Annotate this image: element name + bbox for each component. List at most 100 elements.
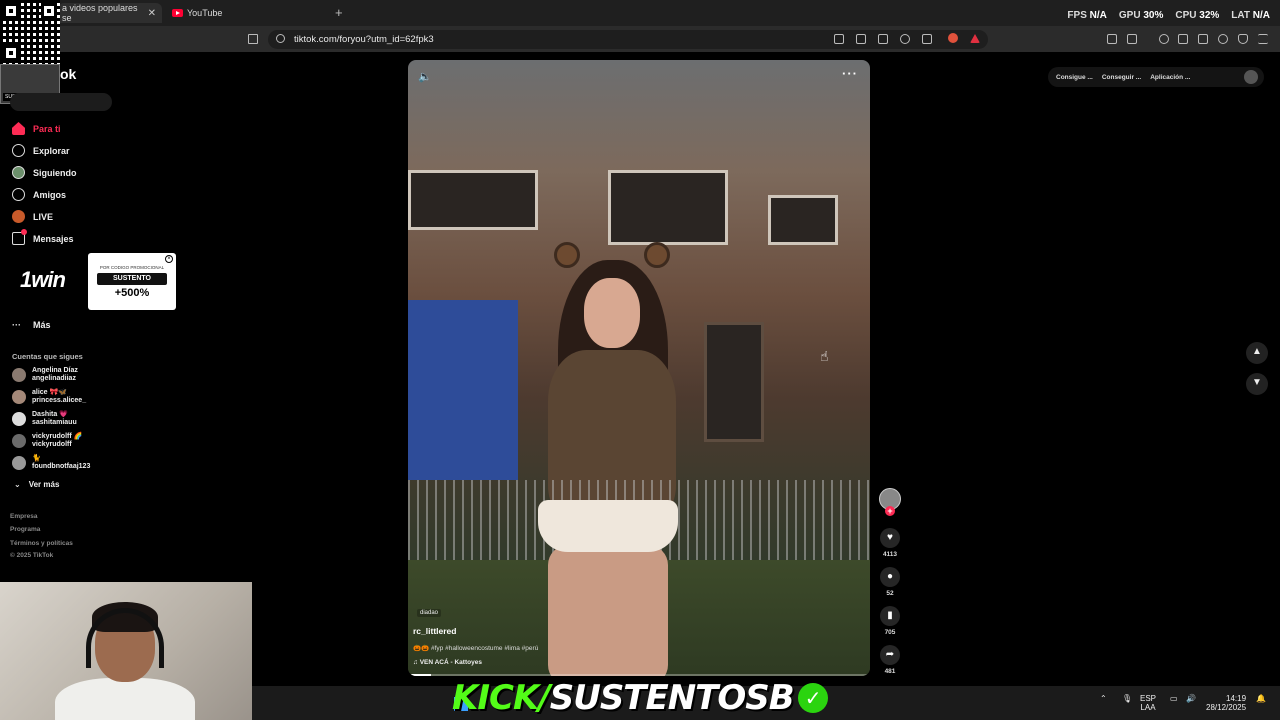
media-icon[interactable] [834,34,844,44]
wallet-icon[interactable] [1198,34,1208,44]
network-icon[interactable]: ▭ [1170,694,1178,703]
sidebar-item-live[interactable]: LIVE [12,210,53,223]
site-settings-icon[interactable] [276,34,285,43]
following-account[interactable]: 🐈 foundbnotfaaj123 [12,455,90,471]
tiktok-logo[interactable]: ok [60,66,76,82]
previous-video-button[interactable]: ▲ [1246,342,1268,364]
avatar[interactable] [1244,70,1258,84]
new-tab-button[interactable]: + [335,5,343,20]
extensions-icon[interactable] [1107,34,1117,44]
account-handle: vickyrudolff [32,441,72,448]
following-account[interactable]: alice 🎀🦋 princess.alicee_ [12,389,86,405]
following-account[interactable]: Dashita 💗 sashitamiauu [12,411,77,427]
kick-prefix: KICK/ [452,678,551,718]
clock[interactable]: 14:19 28/12/2025 [1206,694,1246,712]
chevron-down-icon: ▼ [1252,377,1262,388]
tab-active[interactable]: a videos populares se ✕ [58,3,162,23]
following-account[interactable]: Angelina Díaz angelinadiiaz [12,367,78,383]
tab-youtube[interactable]: YouTube [172,3,222,23]
comment-button[interactable]: ● 52 [874,567,906,597]
see-more-button[interactable]: ⌄ Ver más [14,480,59,489]
person-legs [548,545,668,676]
account-name: Dashita 💗 [32,411,68,418]
building-door [704,322,764,442]
video-progress-fill [408,674,432,676]
bear-ear [554,242,580,268]
music-icon[interactable] [1159,34,1169,44]
video-progress-bar[interactable] [408,674,870,676]
avatar [12,368,26,382]
share-arrow-icon: ➦ [880,645,900,665]
address-bar-row: tiktok.com/foryou?utm_id=62fpk3 [0,26,1280,52]
save-button[interactable]: ▮ 705 [874,606,906,636]
footer-link-empresa[interactable]: Empresa [10,513,37,520]
video-username[interactable]: rc_littlered [413,626,456,636]
video-music[interactable]: ♫ VEN ACÁ - Kattoyes [413,659,482,666]
sidebar-item-amigos[interactable]: Amigos [12,188,66,201]
cast-icon[interactable] [856,34,866,44]
tray-chevron-icon[interactable]: ⌃ [1100,694,1107,703]
footer-link-programa[interactable]: Programa [10,526,40,533]
building-window [608,170,728,245]
account-name: Angelina Díaz [32,367,78,374]
bear-ear [644,242,670,268]
language-indicator[interactable]: ESP LAA [1140,694,1156,712]
account-name: 🐈 [32,455,41,462]
brave-shield-icon[interactable] [948,33,958,43]
bookmark-icon[interactable] [248,34,258,44]
microphone-icon[interactable]: 🎙 [1122,694,1132,703]
volume-icon[interactable]: 🔈 [418,70,432,83]
sidebar-icon[interactable] [1178,34,1188,44]
rewards-icon[interactable] [970,34,980,43]
video-tag[interactable]: diadao [417,609,442,617]
share-button[interactable]: ➦ 481 [874,645,906,675]
translate-icon[interactable] [878,34,888,44]
get-coins-button[interactable]: Consigue ... [1056,74,1093,81]
notification-icon[interactable]: 🔔 [1256,694,1266,703]
browser-tab-bar: a videos populares se ✕ YouTube + FPS N/… [0,0,1280,26]
heart-icon: ♥ [880,528,900,548]
ad-close-icon[interactable]: × [165,255,173,263]
ai-icon[interactable] [1218,34,1228,44]
ad-card[interactable]: × POR CODIGO PROMOCIONAL SUSTENTO +500% [88,253,176,310]
following-account[interactable]: vickyrudolff 🌈 vickyrudolff [12,433,82,449]
sidebar-item-mas[interactable]: ··· Más [12,320,51,330]
like-button[interactable]: ♥ 4113 [874,528,906,558]
ad-code-button[interactable]: SUSTENTO [97,273,167,285]
video-player[interactable]: 🔈 ··· diadao rc_littlered 🎃🎃 #fyp #hallo… [408,60,870,676]
ad-banner[interactable]: 1win × POR CODIGO PROMOCIONAL SUSTENTO +… [14,253,176,311]
avatar [12,412,26,426]
person-face [584,278,640,348]
account-handle: sashitamiauu [32,419,77,426]
vpn-icon[interactable] [1238,34,1248,44]
sidebar-item-mensajes[interactable]: Mensajes [12,229,74,245]
bookmark-icon: ▮ [880,606,900,626]
sidebar-item-explorar[interactable]: Explorar [12,144,70,157]
screenshot-icon[interactable] [1127,34,1137,44]
follow-plus-icon[interactable]: + [885,506,895,516]
volume-icon[interactable]: 🔊 [1186,694,1196,703]
friends-icon [12,188,25,201]
avatar [12,390,26,404]
sidebar-item-label: Amigos [33,189,67,200]
app-button[interactable]: Aplicación ... [1150,74,1190,81]
qr-corner [41,3,57,19]
menu-icon[interactable] [1258,34,1268,44]
more-options-icon[interactable]: ··· [842,66,858,81]
account-handle: princess.alicee_ [32,397,87,404]
mouse-cursor-icon: ☝ [820,348,829,364]
search-input[interactable] [10,93,112,111]
lat-stat: LAT N/A [1231,10,1270,21]
url-text: tiktok.com/foryou?utm_id=62fpk3 [294,34,434,45]
sidebar-item-siguiendo[interactable]: Siguiendo [12,166,77,179]
sidebar-item-para-ti[interactable]: Para ti [12,122,61,135]
sidebar-item-label: Más [33,320,51,330]
share-icon[interactable] [922,34,932,44]
next-video-button[interactable]: ▼ [1246,373,1268,395]
footer-link-terminos[interactable]: Términos y políticas [10,540,73,547]
video-caption[interactable]: 🎃🎃 #fyp #halloweencostume #lima #perú [413,644,538,652]
get-app-button[interactable]: Conseguir ... [1102,74,1141,81]
zoom-icon[interactable] [900,34,910,44]
tab-close-icon[interactable]: ✕ [148,8,156,19]
account-name: vickyrudolff 🌈 [32,433,83,440]
